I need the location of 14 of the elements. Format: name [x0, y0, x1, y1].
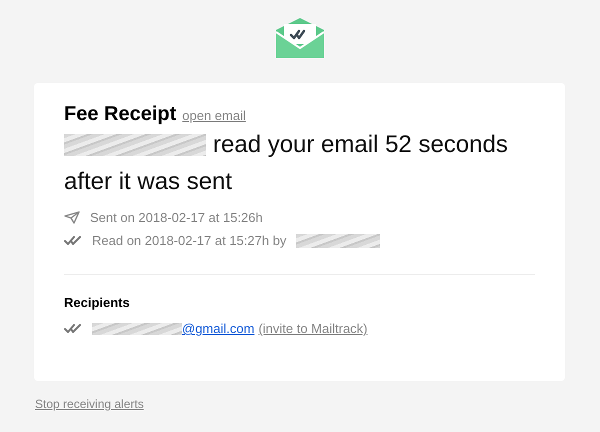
recipients-heading: Recipients — [64, 295, 131, 310]
event-text: Read on 2018-02-17 at 15:27h by — [92, 233, 286, 248]
stop-alerts-link[interactable]: Stop receiving alerts — [35, 397, 144, 411]
double-check-icon — [64, 236, 82, 245]
event-text: Sent on 2018-02-17 at 15:26h — [90, 210, 263, 225]
receipt-title: Fee Receipt — [64, 103, 176, 126]
invite-link[interactable]: (invite to Mailtrack) — [258, 321, 368, 336]
paper-plane-icon — [64, 211, 80, 224]
open-email-link[interactable]: open email — [182, 108, 246, 123]
read-message: after it was sent — [64, 167, 232, 197]
double-check-icon — [64, 324, 82, 333]
email-link[interactable]: @gmail.com — [182, 321, 254, 336]
read-message: read your email 52 seconds — [213, 130, 508, 160]
envelope-check-icon — [276, 18, 324, 58]
